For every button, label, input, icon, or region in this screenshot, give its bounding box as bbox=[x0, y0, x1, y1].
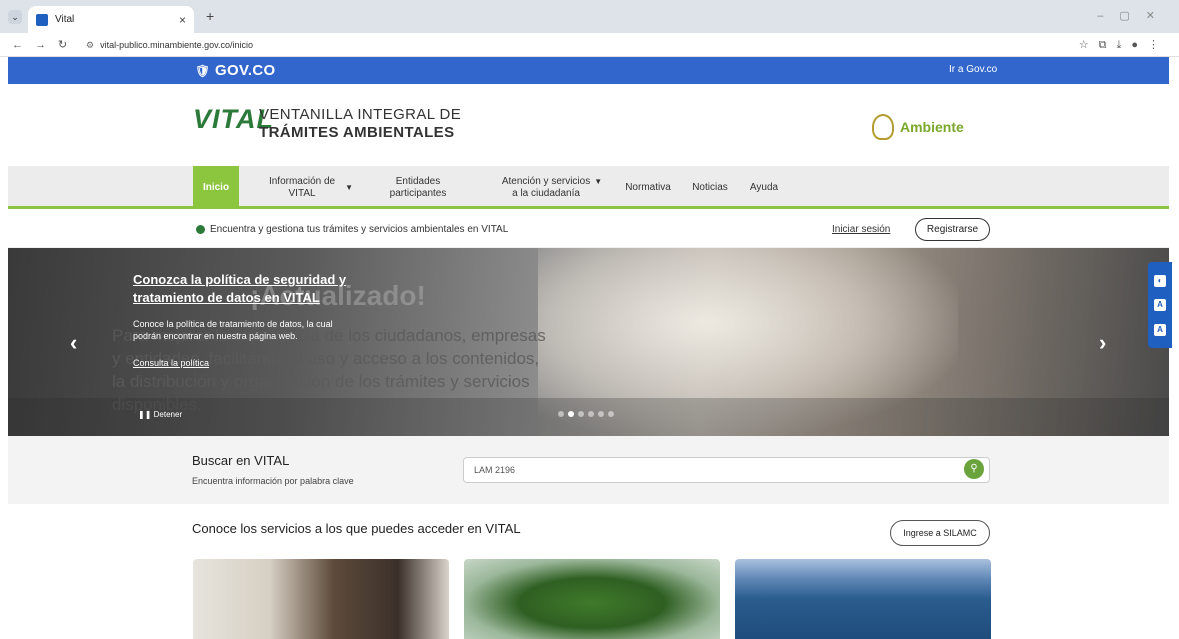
url-input[interactable]: ⚙ vital-publico.minambiente.gov.co/inici… bbox=[80, 36, 1020, 54]
info-icon bbox=[196, 225, 205, 234]
hero-caption-bar bbox=[8, 398, 1169, 436]
search-subtitle: Encuentra información por palabra clave bbox=[192, 476, 354, 486]
new-tab-icon[interactable]: + bbox=[206, 8, 214, 24]
window-controls[interactable]: –▢✕ bbox=[1097, 9, 1171, 22]
font-decrease-icon[interactable]: A bbox=[1154, 299, 1166, 311]
nav-inicio[interactable]: Inicio bbox=[193, 166, 239, 209]
search-input[interactable]: LAM 2196 bbox=[463, 457, 990, 483]
shield-icon: 🛡 bbox=[195, 64, 211, 78]
vital-tagline-2: TRÁMITES AMBIENTALES bbox=[259, 124, 455, 141]
service-card-2[interactable] bbox=[464, 559, 720, 639]
hero-link[interactable]: Consulta la política bbox=[133, 358, 209, 368]
hero-title[interactable]: Conozca la política de seguridad y trata… bbox=[133, 271, 373, 307]
carousel-dot[interactable] bbox=[568, 411, 574, 417]
search-title: Buscar en VITAL bbox=[192, 453, 290, 468]
service-card-1[interactable] bbox=[193, 559, 449, 639]
pause-icon: ❚❚ bbox=[138, 410, 152, 419]
nav-informacion-vital[interactable]: Información de VITAL ▼ bbox=[256, 166, 366, 209]
silamc-button[interactable]: Ingrese a SILAMC bbox=[890, 520, 990, 546]
carousel-indicators[interactable] bbox=[558, 411, 614, 417]
carousel-stop-button[interactable]: ❚❚ Detener bbox=[138, 410, 182, 419]
gov-link[interactable]: Ir a Gov.co bbox=[949, 64, 997, 75]
site-info-icon[interactable]: ⚙ bbox=[86, 40, 94, 51]
nav-buttons[interactable]: ←→↻ bbox=[12, 38, 79, 51]
vital-tagline-1: VENTANILLA INTEGRAL DE bbox=[259, 106, 462, 123]
hero-description: Conoce la política de tratamiento de dat… bbox=[133, 319, 333, 341]
carousel-dot[interactable] bbox=[598, 411, 604, 417]
contrast-icon[interactable]: ◐ bbox=[1154, 274, 1166, 287]
carousel-dot[interactable] bbox=[578, 411, 584, 417]
url-text: vital-publico.minambiente.gov.co/inicio bbox=[100, 40, 253, 50]
caret-down-icon: ▼ bbox=[345, 182, 354, 192]
nav-atencion[interactable]: Atención y servicios a la ciudadanía ▼ bbox=[491, 166, 613, 209]
info-text: Encuentra y gestiona tus trámites y serv… bbox=[196, 224, 508, 235]
tab-title: Vital bbox=[55, 14, 75, 25]
ministry-logo[interactable]: Ambiente bbox=[872, 114, 964, 140]
register-button[interactable]: Registrarse bbox=[915, 218, 990, 241]
tab-close-icon[interactable]: × bbox=[179, 13, 186, 27]
services-title: Conoce los servicios a los que puedes ac… bbox=[192, 521, 521, 536]
nav-ayuda[interactable]: Ayuda bbox=[742, 166, 786, 209]
tab-list-icon[interactable]: ⌄ bbox=[8, 10, 22, 24]
favicon-icon bbox=[36, 13, 48, 26]
login-link[interactable]: Iniciar sesión bbox=[832, 224, 890, 235]
font-increase-icon[interactable]: A bbox=[1154, 323, 1166, 336]
carousel-prev-icon[interactable]: ‹ bbox=[70, 330, 77, 356]
browser-toolbar-icons[interactable]: ☆⧉⤓●⋮ bbox=[1079, 38, 1169, 52]
nav-entidades[interactable]: Entidades participantes bbox=[378, 166, 458, 209]
accessibility-bar: ◐ A A bbox=[1148, 262, 1172, 348]
nav-noticias[interactable]: Noticias bbox=[685, 166, 735, 209]
coat-of-arms-icon bbox=[872, 114, 894, 140]
browser-tab[interactable]: Vital × bbox=[28, 6, 194, 33]
carousel-dot[interactable] bbox=[608, 411, 614, 417]
info-bar bbox=[8, 212, 1169, 248]
main-nav: Inicio Información de VITAL ▼ Entidades pa… bbox=[8, 166, 1169, 209]
carousel-dot[interactable] bbox=[588, 411, 594, 417]
search-icon[interactable]: ⚲ bbox=[964, 459, 984, 479]
service-card-3[interactable] bbox=[735, 559, 991, 639]
nav-normativa[interactable]: Normativa bbox=[618, 166, 678, 209]
address-bar-row: ←→↻ ⚙ vital-publico.minambiente.gov.co/i… bbox=[0, 33, 1179, 57]
carousel-next-icon[interactable]: › bbox=[1099, 330, 1106, 356]
gov-bar: 🛡 GOV.CO Ir a Gov.co bbox=[8, 57, 1169, 84]
gov-logo[interactable]: 🛡 GOV.CO bbox=[195, 62, 275, 79]
browser-tabstrip: ⌄ Vital × + –▢✕ bbox=[0, 0, 1179, 33]
caret-down-icon: ▼ bbox=[594, 176, 603, 186]
carousel-dot[interactable] bbox=[558, 411, 564, 417]
